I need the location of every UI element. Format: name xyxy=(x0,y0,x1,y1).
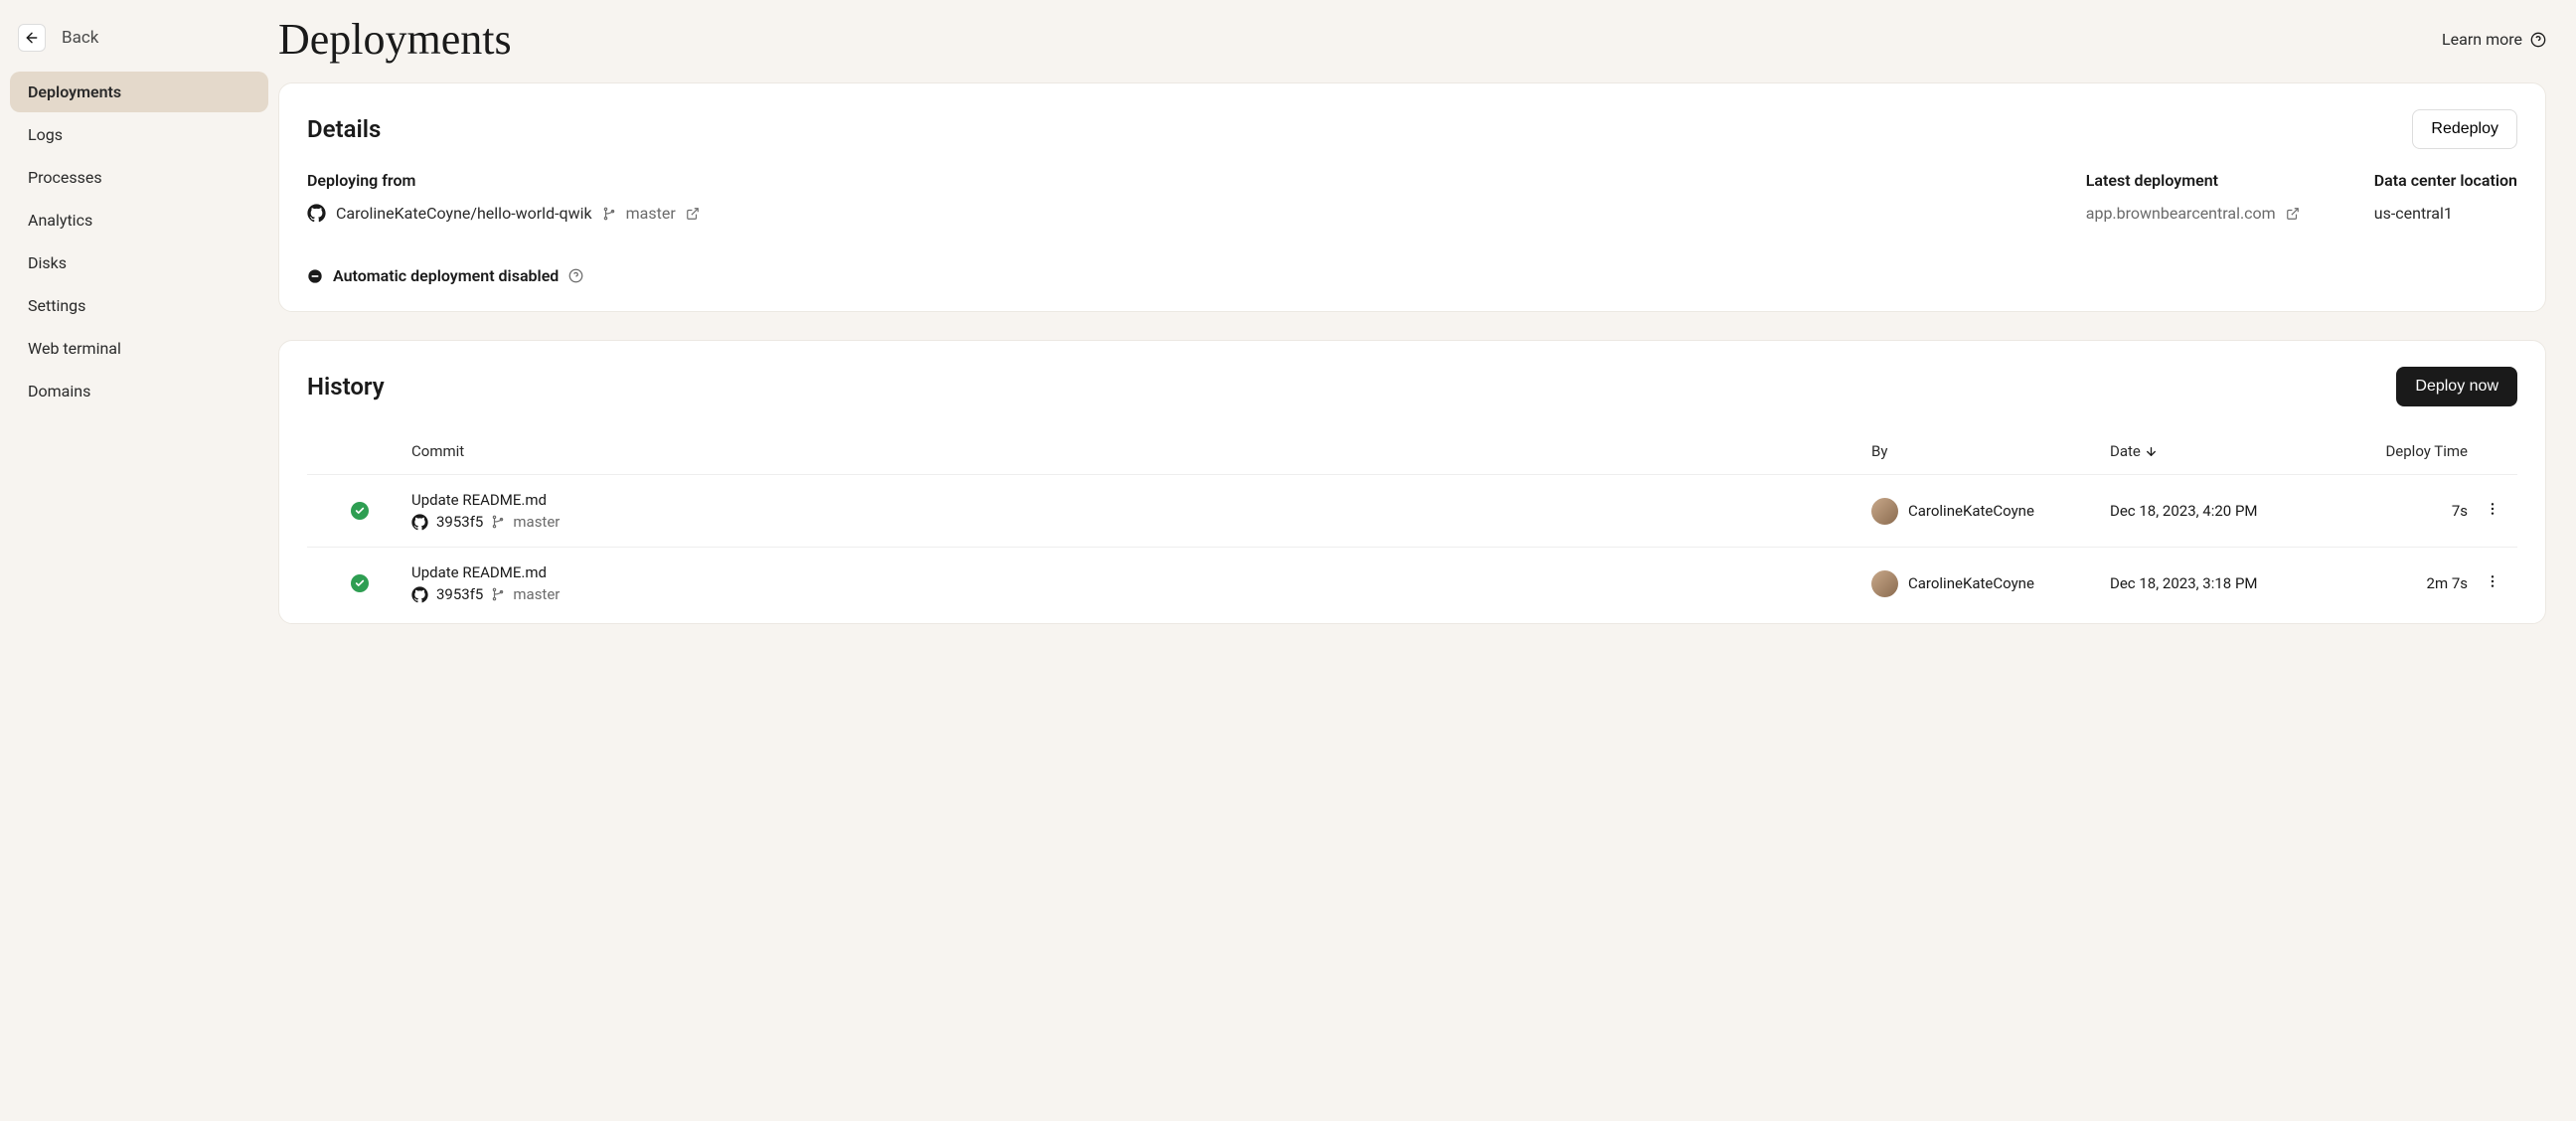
commit-meta: 3953f5 master xyxy=(411,513,1871,531)
date-cell: Dec 18, 2023, 4:20 PM xyxy=(2110,502,2338,520)
commit-meta: 3953f5 master xyxy=(411,585,1871,603)
more-button[interactable] xyxy=(2468,569,2517,597)
back-label[interactable]: Back xyxy=(62,28,98,48)
redeploy-button[interactable]: Redeploy xyxy=(2412,109,2517,149)
minus-circle-icon xyxy=(307,268,323,284)
branch-icon xyxy=(491,515,505,529)
author-name: CarolineKateCoyne xyxy=(1908,574,2034,592)
more-vertical-icon xyxy=(2485,573,2500,589)
sidebar: Back Deployments Logs Processes Analytic… xyxy=(0,0,278,1121)
back-button[interactable] xyxy=(18,24,46,52)
branch-name[interactable]: master xyxy=(626,204,676,223)
auto-deploy-status: Automatic deployment disabled xyxy=(307,266,2046,285)
commit-message: Update README.md xyxy=(411,491,1871,509)
learn-more-label: Learn more xyxy=(2442,30,2522,49)
col-deploytime-header[interactable]: Deploy Time xyxy=(2338,442,2468,460)
actions-cell xyxy=(2468,497,2517,525)
table-row[interactable]: Update README.md 3953f5 master Ca xyxy=(307,547,2517,619)
status-cell xyxy=(307,502,411,520)
auto-deploy-label: Automatic deployment disabled xyxy=(333,266,559,285)
back-section: Back xyxy=(10,16,268,72)
latest-deployment-col: Latest deployment app.brownbearcentral.c… xyxy=(2086,171,2334,285)
github-icon xyxy=(307,204,326,223)
history-title: History xyxy=(307,373,385,400)
deploying-from-label: Deploying from xyxy=(307,171,2046,190)
commit-hash[interactable]: 3953f5 xyxy=(436,585,483,603)
commit-cell: Update README.md 3953f5 master xyxy=(411,563,1871,603)
commit-branch[interactable]: master xyxy=(513,513,560,531)
table-row[interactable]: Update README.md 3953f5 master Ca xyxy=(307,474,2517,547)
actions-cell xyxy=(2468,569,2517,597)
commit-branch[interactable]: master xyxy=(513,585,560,603)
by-cell: CarolineKateCoyne xyxy=(1871,570,2110,597)
page-title: Deployments xyxy=(278,14,512,65)
table-header: Commit By Date Deploy Time xyxy=(307,428,2517,474)
nav-item-analytics[interactable]: Analytics xyxy=(10,200,268,240)
commit-message: Update README.md xyxy=(411,563,1871,581)
date-header-label: Date xyxy=(2110,442,2141,460)
col-actions-header xyxy=(2468,442,2517,460)
more-button[interactable] xyxy=(2468,497,2517,525)
history-card-header: History Deploy now xyxy=(307,367,2517,406)
nav-item-web-terminal[interactable]: Web terminal xyxy=(10,328,268,369)
date-cell: Dec 18, 2023, 3:18 PM xyxy=(2110,574,2338,592)
commit-hash[interactable]: 3953f5 xyxy=(436,513,483,531)
help-circle-icon[interactable] xyxy=(568,268,583,283)
learn-more-link[interactable]: Learn more xyxy=(2442,30,2546,49)
details-title: Details xyxy=(307,115,381,143)
deploying-from-value: CarolineKateCoyne/hello-world-qwik maste… xyxy=(307,204,2046,223)
github-icon xyxy=(411,514,428,531)
nav-item-logs[interactable]: Logs xyxy=(10,114,268,155)
nav: Deployments Logs Processes Analytics Dis… xyxy=(10,72,268,411)
commit-cell: Update README.md 3953f5 master xyxy=(411,491,1871,531)
branch-icon xyxy=(602,207,616,221)
main-content: Deployments Learn more Details Redeploy … xyxy=(278,0,2576,1121)
details-row: Deploying from CarolineKateCoyne/hello-w… xyxy=(307,171,2517,285)
by-cell: CarolineKateCoyne xyxy=(1871,498,2110,525)
deployment-url: app.brownbearcentral.com xyxy=(2086,204,2276,223)
nav-item-disks[interactable]: Disks xyxy=(10,242,268,283)
details-card-header: Details Redeploy xyxy=(307,109,2517,149)
nav-item-deployments[interactable]: Deployments xyxy=(10,72,268,112)
nav-item-settings[interactable]: Settings xyxy=(10,285,268,326)
nav-item-processes[interactable]: Processes xyxy=(10,157,268,198)
col-by-header[interactable]: By xyxy=(1871,442,2110,460)
nav-item-domains[interactable]: Domains xyxy=(10,371,268,411)
status-cell xyxy=(307,574,411,592)
repo-name[interactable]: CarolineKateCoyne/hello-world-qwik xyxy=(336,204,592,223)
external-link-icon xyxy=(2286,207,2300,221)
data-center-col: Data center location us-central1 xyxy=(2374,171,2517,285)
avatar xyxy=(1871,570,1898,597)
author-name: CarolineKateCoyne xyxy=(1908,502,2034,520)
deploytime-cell: 7s xyxy=(2338,502,2468,520)
help-circle-icon xyxy=(2530,32,2546,48)
external-link-icon[interactable] xyxy=(686,207,700,221)
details-card: Details Redeploy Deploying from Caroline… xyxy=(278,82,2546,312)
github-icon xyxy=(411,586,428,603)
arrow-left-icon xyxy=(24,30,40,46)
page-header: Deployments Learn more xyxy=(278,10,2546,82)
latest-deployment-label: Latest deployment xyxy=(2086,171,2334,190)
deploying-from-col: Deploying from CarolineKateCoyne/hello-w… xyxy=(307,171,2046,285)
success-icon xyxy=(351,502,369,520)
data-center-label: Data center location xyxy=(2374,171,2517,190)
success-icon xyxy=(351,574,369,592)
col-status-header xyxy=(307,442,411,460)
col-commit-header[interactable]: Commit xyxy=(411,442,1871,460)
data-center-value: us-central1 xyxy=(2374,204,2517,223)
deploytime-cell: 2m 7s xyxy=(2338,574,2468,592)
more-vertical-icon xyxy=(2485,501,2500,517)
deploy-now-button[interactable]: Deploy now xyxy=(2396,367,2517,406)
col-date-header[interactable]: Date xyxy=(2110,442,2338,460)
history-card: History Deploy now Commit By Date Deploy… xyxy=(278,340,2546,624)
latest-deployment-value[interactable]: app.brownbearcentral.com xyxy=(2086,204,2334,223)
branch-icon xyxy=(491,587,505,601)
arrow-down-icon xyxy=(2145,445,2158,458)
avatar xyxy=(1871,498,1898,525)
